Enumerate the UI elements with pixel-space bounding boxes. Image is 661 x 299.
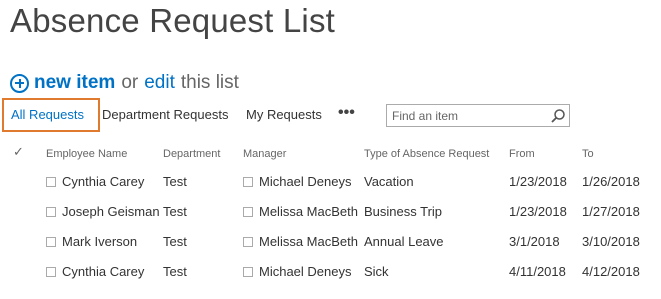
table-row[interactable]: Cynthia Carey Test Michael Deneys Sick 4… [0, 258, 661, 288]
column-header-employee-name[interactable]: Employee Name [46, 148, 127, 160]
department-cell: Test [163, 234, 187, 249]
absence-type-cell: Business Trip [364, 204, 443, 219]
employee-name-cell[interactable]: Joseph Geisman [62, 204, 160, 219]
row-checkbox[interactable] [46, 177, 56, 187]
row-checkbox[interactable] [46, 207, 56, 217]
from-date-cell: 4/11/2018 [509, 264, 566, 279]
table-row[interactable]: Cynthia Carey Test Michael Deneys Vacati… [0, 168, 661, 198]
table-header-row: ✓ Employee Name Department Manager Type … [0, 140, 661, 168]
to-date-cell: 1/27/2018 [582, 204, 640, 219]
department-cell: Test [163, 174, 187, 189]
to-date-cell: 4/12/2018 [582, 264, 640, 279]
or-text: or [121, 72, 139, 93]
absence-type-cell: Annual Leave [364, 234, 444, 249]
tab-all-requests[interactable]: All Requests [2, 98, 100, 132]
manager-presence-icon [243, 177, 253, 187]
select-all-checkmark-icon[interactable]: ✓ [13, 144, 24, 160]
row-checkbox[interactable] [46, 267, 56, 277]
search-box [386, 104, 570, 127]
employee-name-cell[interactable]: Cynthia Carey [62, 264, 144, 279]
column-header-to[interactable]: To [582, 148, 594, 160]
absence-type-cell: Sick [364, 264, 389, 279]
column-header-from[interactable]: From [509, 148, 535, 160]
table-row[interactable]: Joseph Geisman Test Melissa MacBeth Busi… [0, 198, 661, 228]
to-date-cell: 1/26/2018 [582, 174, 640, 189]
search-icon[interactable] [550, 108, 566, 124]
manager-cell[interactable]: Michael Deneys [259, 264, 352, 279]
manager-presence-icon [243, 207, 253, 217]
employee-name-cell[interactable]: Mark Iverson [62, 234, 137, 249]
column-header-type-of-absence[interactable]: Type of Absence Request [364, 148, 489, 160]
new-item-link[interactable]: new item [34, 72, 115, 94]
manager-cell[interactable]: Melissa MacBeth [259, 234, 358, 249]
manager-cell[interactable]: Michael Deneys [259, 174, 352, 189]
employee-name-cell[interactable]: Cynthia Carey [62, 174, 144, 189]
edit-list-link[interactable]: edit [144, 72, 175, 94]
add-circle-icon[interactable] [10, 73, 29, 93]
more-views-button[interactable]: ••• [338, 98, 355, 132]
manager-presence-icon [243, 237, 253, 247]
from-date-cell: 1/23/2018 [509, 204, 567, 219]
tab-department-requests[interactable]: Department Requests [102, 98, 228, 132]
search-input[interactable] [387, 105, 547, 126]
column-header-manager[interactable]: Manager [243, 148, 286, 160]
request-list-table: ✓ Employee Name Department Manager Type … [0, 140, 661, 288]
from-date-cell: 3/1/2018 [509, 234, 560, 249]
new-item-bar: new item or edit this list [10, 71, 239, 95]
row-checkbox[interactable] [46, 237, 56, 247]
from-date-cell: 1/23/2018 [509, 174, 567, 189]
to-date-cell: 3/10/2018 [582, 234, 640, 249]
tab-my-requests[interactable]: My Requests [246, 98, 322, 132]
manager-presence-icon [243, 267, 253, 277]
page-title: Absence Request List [10, 2, 336, 39]
manager-cell[interactable]: Melissa MacBeth [259, 204, 358, 219]
column-header-department[interactable]: Department [163, 148, 220, 160]
this-list-text: this list [180, 72, 239, 93]
department-cell: Test [163, 264, 187, 279]
table-row[interactable]: Mark Iverson Test Melissa MacBeth Annual… [0, 228, 661, 258]
department-cell: Test [163, 204, 187, 219]
absence-type-cell: Vacation [364, 174, 414, 189]
